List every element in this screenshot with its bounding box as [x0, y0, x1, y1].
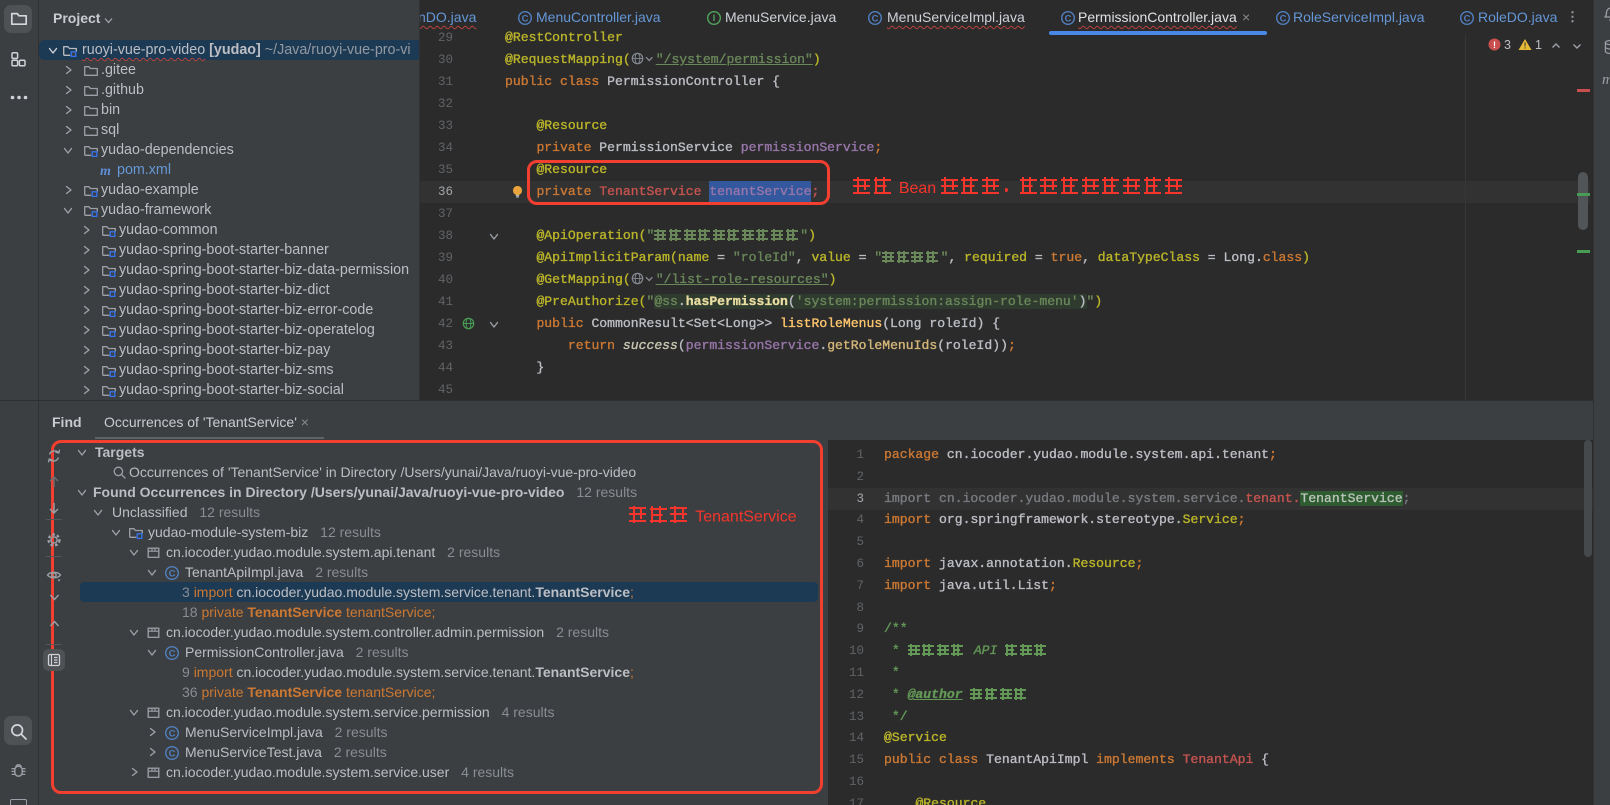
svg-text:C: C — [1280, 13, 1287, 24]
svg-text:C: C — [1464, 13, 1471, 24]
svg-text:C: C — [1065, 13, 1072, 24]
svg-text:I: I — [713, 13, 716, 23]
svg-text:C: C — [522, 13, 529, 24]
svg-text:!: ! — [1524, 41, 1527, 51]
svg-text:C: C — [872, 13, 879, 24]
svg-text:!: ! — [1493, 40, 1496, 50]
